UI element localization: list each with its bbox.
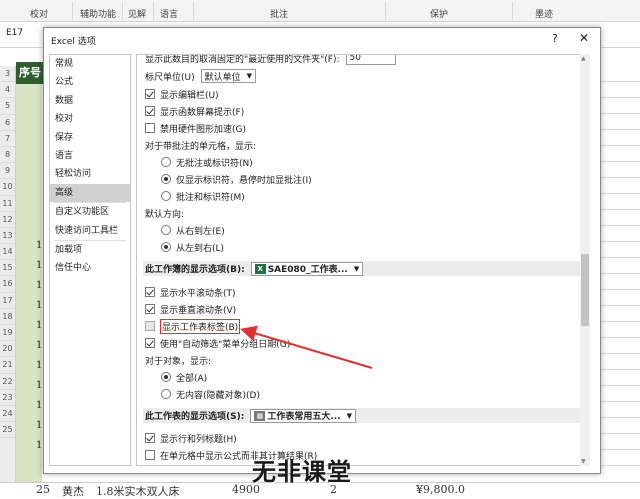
annotation-arrow xyxy=(240,325,373,369)
watermark-logo: 无非课堂 xyxy=(252,458,352,486)
